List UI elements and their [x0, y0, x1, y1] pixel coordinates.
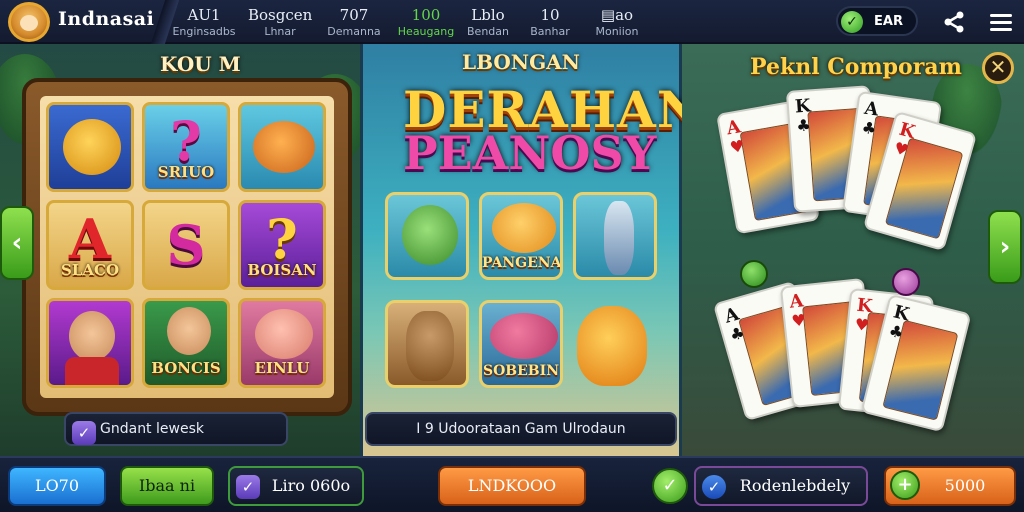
slot-tile[interactable]	[46, 102, 134, 192]
lotto-button[interactable]: LO70	[8, 466, 106, 506]
confirm-round-button[interactable]: ✓	[652, 468, 688, 504]
man-portrait-icon	[69, 311, 115, 361]
status-label: EAR	[874, 14, 903, 29]
stat-value: 100	[411, 6, 441, 24]
slot-tile[interactable]: A SLACO	[46, 200, 134, 290]
card-suit-icon: ♥	[728, 135, 746, 158]
stat-2: Bosgcen Lhnar	[248, 6, 312, 40]
option-label: Liro 060o	[271, 476, 351, 495]
slot-tile[interactable]: EINLU	[238, 298, 326, 388]
slot-tile[interactable]: S	[142, 200, 230, 290]
man-portrait-icon	[167, 307, 211, 355]
coins-balance-button[interactable]: + 5000	[884, 466, 1016, 506]
close-button[interactable]: ✕	[982, 52, 1014, 84]
stat-label: Demanna	[327, 25, 381, 38]
stat-label: Banhar	[530, 25, 570, 38]
menu-icon[interactable]	[990, 10, 1014, 34]
middle-info-label: I 9 Udoorataan Gam Ulrodaun	[416, 421, 626, 437]
section-title: KOU M	[160, 52, 241, 76]
stat-7: ▤ao Moniion	[588, 6, 646, 40]
stat-value: 707	[339, 6, 369, 24]
shield-icon: ✓	[702, 475, 726, 499]
stat-1: AU1 Enginsadbs	[172, 6, 236, 40]
stat-value: ▤ao	[600, 6, 634, 24]
left-info-label: Gndant lewesk	[100, 421, 204, 437]
monkey-icon	[63, 119, 121, 175]
check-icon: ✓	[841, 11, 863, 33]
section-title: Peknl Comporam	[750, 54, 962, 80]
goldfish-icon[interactable]	[577, 306, 647, 386]
stat-5: Lblo Bendan	[458, 6, 518, 40]
avatar[interactable]	[8, 2, 50, 42]
stat-label: Lhnar	[264, 25, 296, 38]
fish-icon	[490, 313, 558, 359]
next-arrow-button[interactable]: ›	[988, 210, 1022, 284]
left-info-pill[interactable]: ✓ Gndant lewesk	[64, 412, 288, 446]
monkey-icon	[406, 311, 454, 381]
bottom-bar: LO70 Ibaa ni ✓ Liro 060o LNDKOOO ✓ ✓ Rod…	[0, 456, 1024, 512]
checkbox-icon: ✓	[72, 421, 96, 445]
letter-s-icon: S	[166, 213, 206, 277]
slot-tile[interactable]: BONCIS	[142, 298, 230, 388]
section-subtitle: LBONGAN	[462, 50, 580, 74]
card-rank: A	[788, 290, 805, 313]
green-action-button[interactable]: Ibaa ni	[120, 466, 214, 506]
fish-tile[interactable]: SOBEBIN	[479, 300, 563, 388]
fish-tile[interactable]	[385, 192, 469, 280]
recommend-label: Rodenlebdely	[739, 476, 851, 495]
recommend-button[interactable]: ✓ Rodenlebdely	[694, 466, 868, 506]
fish-tile[interactable]	[573, 192, 657, 280]
stat-3: 707 Demanna	[322, 6, 386, 40]
frog-icon	[402, 205, 458, 265]
checked-option-button[interactable]: ✓ Liro 060o	[228, 466, 364, 506]
share-icon[interactable]	[942, 10, 966, 34]
hamster-icon	[253, 121, 315, 173]
stat-label: Bendan	[467, 25, 509, 38]
stat-6: 10 Banhar	[520, 6, 580, 40]
chip-icon	[892, 268, 920, 296]
stat-label: Enginsadbs	[172, 25, 236, 38]
slot-reels: ? SRIUO A SLACO S ? BOISAN BONCIS EINLU	[40, 96, 334, 398]
stat-value: 10	[540, 6, 560, 24]
main-play-button[interactable]: LNDKOOO	[438, 466, 586, 506]
status-toggle[interactable]: ✓ EAR	[836, 6, 918, 36]
checkbox-icon: ✓	[236, 475, 260, 499]
top-bar: Indnasai AU1 Enginsadbs Bosgcen Lhnar 70…	[0, 0, 1024, 44]
game-logo-line-2: PEANOSY	[403, 126, 657, 180]
stat-value: Lblo	[471, 6, 505, 24]
stat-value: AU1	[187, 6, 221, 24]
left-panel: KOU M ? SRIUO A SLACO S ? BOISAN BONCIS …	[0, 44, 370, 456]
bear-icon	[255, 309, 313, 359]
plus-icon: +	[890, 470, 920, 500]
stat-value: Bosgcen	[248, 6, 313, 24]
chip-icon	[740, 260, 768, 288]
slot-tile[interactable]	[46, 298, 134, 388]
right-panel: Peknl Comporam A ♥ K ♣ A ♣ K ♥ A ♣ A ♥ K ♥ K ♣	[682, 44, 1024, 456]
brand-name: Indnasai	[58, 8, 155, 30]
middle-panel: LBONGAN DERAHAN PEANOSY PANGENA SOBEBIN …	[360, 44, 703, 456]
stat-label: Heaugang	[397, 25, 455, 38]
stat-label: Moniion	[595, 25, 639, 38]
card-suit-icon: ♥	[790, 310, 807, 331]
prev-arrow-button[interactable]: ‹	[0, 206, 34, 280]
card-rank: K	[855, 294, 874, 318]
fish-tile[interactable]	[385, 300, 469, 388]
card-rank: K	[794, 95, 812, 118]
slot-tile[interactable]: ? BOISAN	[238, 200, 326, 290]
coins-amount: 5000	[944, 476, 986, 495]
card-suit-icon: ♣	[860, 117, 878, 139]
stat-4: 100 Heaugang	[394, 6, 458, 40]
slot-tile[interactable]: ? SRIUO	[142, 102, 230, 192]
slot-machine-frame: ? SRIUO A SLACO S ? BOISAN BONCIS EINLU	[22, 78, 352, 416]
card-suit-icon: ♣	[795, 115, 812, 136]
fish-tile[interactable]: PANGENA	[479, 192, 563, 280]
fish-icon	[492, 203, 556, 253]
slot-tile[interactable]	[238, 102, 326, 192]
fish-icon	[604, 201, 634, 275]
middle-info-pill[interactable]: I 9 Udoorataan Gam Ulrodaun	[365, 412, 677, 446]
card-suit-icon: ♥	[853, 314, 871, 336]
